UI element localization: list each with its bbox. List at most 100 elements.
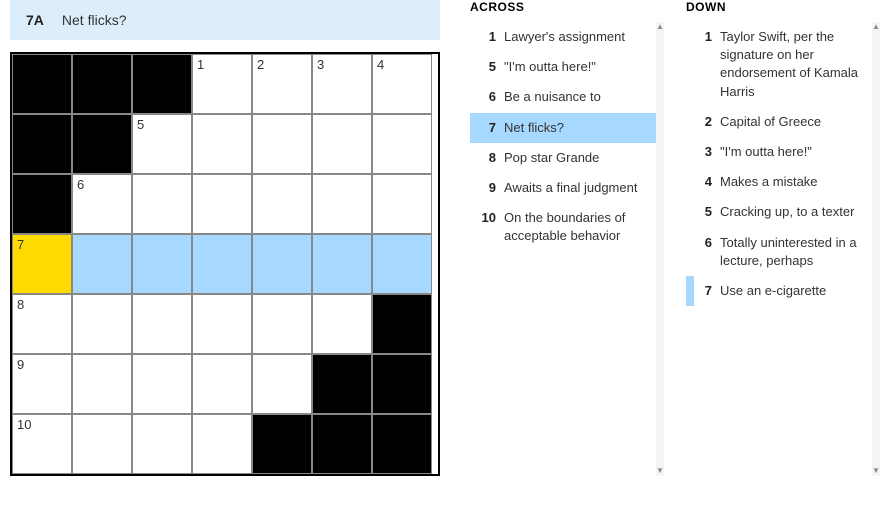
grid-cell[interactable] [132, 414, 192, 474]
grid-cell[interactable] [192, 354, 252, 414]
clue-number: 4 [694, 173, 720, 191]
clue-item[interactable]: 5"I'm outta here!" [470, 52, 656, 82]
grid-cell[interactable]: 10 [12, 414, 72, 474]
grid-cell[interactable] [192, 234, 252, 294]
across-clue-list[interactable]: 1Lawyer's assignment5"I'm outta here!"6B… [470, 22, 656, 252]
clue-number: 10 [478, 209, 504, 245]
grid-cell[interactable]: 8 [12, 294, 72, 354]
clue-number: 1 [694, 28, 720, 101]
scroll-down-icon[interactable]: ▼ [872, 466, 880, 476]
clue-text: Taylor Swift, per the signature on her e… [720, 28, 866, 101]
grid-cell[interactable]: 3 [312, 54, 372, 114]
grid-cell[interactable]: 4 [372, 54, 432, 114]
grid-cell[interactable] [72, 354, 132, 414]
grid-cell [12, 54, 72, 114]
clue-text: "I'm outta here!" [720, 143, 866, 161]
cell-number: 3 [317, 57, 324, 72]
cell-number: 10 [17, 417, 31, 432]
clue-item[interactable]: 6Be a nuisance to [470, 82, 656, 112]
grid-cell[interactable]: 1 [192, 54, 252, 114]
clue-number: 5 [478, 58, 504, 76]
clue-text: Cracking up, to a texter [720, 203, 866, 221]
clue-item[interactable]: 7Use an e-cigarette [686, 276, 872, 306]
clue-item[interactable]: 6Totally uninterested in a lecture, perh… [686, 228, 872, 276]
grid-cell[interactable] [252, 114, 312, 174]
grid-cell[interactable] [372, 234, 432, 294]
across-scrollbar[interactable]: ▲ ▼ [656, 22, 664, 476]
clue-text: Lawyer's assignment [504, 28, 650, 46]
clue-text: Pop star Grande [504, 149, 650, 167]
clue-item[interactable]: 7Net flicks? [470, 113, 656, 143]
clue-number: 6 [478, 88, 504, 106]
grid-cell[interactable] [372, 174, 432, 234]
clue-text: On the boundaries of acceptable behavior [504, 209, 650, 245]
clue-item[interactable]: 8Pop star Grande [470, 143, 656, 173]
grid-cell[interactable] [312, 294, 372, 354]
grid-cell[interactable] [312, 174, 372, 234]
grid-cell [312, 354, 372, 414]
crossword-grid[interactable]: 123 4 5 6 7 8 9 10 [10, 52, 440, 476]
cell-number: 8 [17, 297, 24, 312]
current-clue-label: 7A [26, 12, 44, 28]
grid-cell[interactable] [252, 354, 312, 414]
clue-text: Makes a mistake [720, 173, 866, 191]
cell-number: 6 [77, 177, 84, 192]
grid-cell [372, 414, 432, 474]
grid-cell[interactable]: 9 [12, 354, 72, 414]
clue-item[interactable]: 5Cracking up, to a texter [686, 197, 872, 227]
cell-number: 7 [17, 237, 24, 252]
grid-cell[interactable] [132, 294, 192, 354]
grid-cell [12, 114, 72, 174]
clue-item[interactable]: 4Makes a mistake [686, 167, 872, 197]
grid-cell[interactable] [252, 294, 312, 354]
grid-cell[interactable] [372, 114, 432, 174]
grid-cell[interactable]: 2 [252, 54, 312, 114]
grid-cell [312, 414, 372, 474]
clue-item[interactable]: 1Lawyer's assignment [470, 22, 656, 52]
current-clue-text: Net flicks? [62, 12, 127, 28]
clue-number: 3 [694, 143, 720, 161]
grid-cell[interactable] [132, 234, 192, 294]
grid-cell[interactable] [192, 114, 252, 174]
grid-cell[interactable] [132, 174, 192, 234]
clue-item[interactable]: 10On the boundaries of acceptable behavi… [470, 203, 656, 251]
grid-cell[interactable] [252, 234, 312, 294]
grid-cell [72, 54, 132, 114]
grid-cell[interactable] [132, 354, 192, 414]
clue-item[interactable]: 1Taylor Swift, per the signature on her … [686, 22, 872, 107]
down-clue-list[interactable]: 1Taylor Swift, per the signature on her … [686, 22, 872, 306]
clue-text: Awaits a final judgment [504, 179, 650, 197]
grid-cell[interactable] [252, 174, 312, 234]
across-column: ACROSS 1Lawyer's assignment5"I'm outta h… [470, 0, 656, 476]
grid-cell [72, 114, 132, 174]
grid-cell[interactable]: 5 [132, 114, 192, 174]
scroll-down-icon[interactable]: ▼ [656, 466, 664, 476]
clue-item[interactable]: 2Capital of Greece [686, 107, 872, 137]
scroll-up-icon[interactable]: ▲ [656, 22, 664, 32]
down-scrollbar[interactable]: ▲ ▼ [872, 22, 880, 476]
grid-cell[interactable] [312, 234, 372, 294]
grid-cell[interactable] [72, 414, 132, 474]
grid-cell[interactable] [72, 294, 132, 354]
clue-text: Capital of Greece [720, 113, 866, 131]
clue-number: 9 [478, 179, 504, 197]
down-heading: DOWN [686, 0, 872, 20]
clue-number: 1 [478, 28, 504, 46]
grid-cell[interactable] [192, 174, 252, 234]
clue-item[interactable]: 9Awaits a final judgment [470, 173, 656, 203]
scroll-up-icon[interactable]: ▲ [872, 22, 880, 32]
down-column: DOWN 1Taylor Swift, per the signature on… [686, 0, 872, 476]
grid-cell[interactable] [72, 234, 132, 294]
clue-number: 2 [694, 113, 720, 131]
grid-cell[interactable] [312, 114, 372, 174]
clue-number: 5 [694, 203, 720, 221]
grid-cell[interactable]: 7 [12, 234, 72, 294]
clue-item[interactable]: 3"I'm outta here!" [686, 137, 872, 167]
across-heading: ACROSS [470, 0, 656, 20]
clue-text: "I'm outta here!" [504, 58, 650, 76]
grid-cell[interactable]: 6 [72, 174, 132, 234]
clue-text: Use an e-cigarette [720, 282, 866, 300]
grid-cell [12, 174, 72, 234]
grid-cell[interactable] [192, 294, 252, 354]
grid-cell[interactable] [192, 414, 252, 474]
